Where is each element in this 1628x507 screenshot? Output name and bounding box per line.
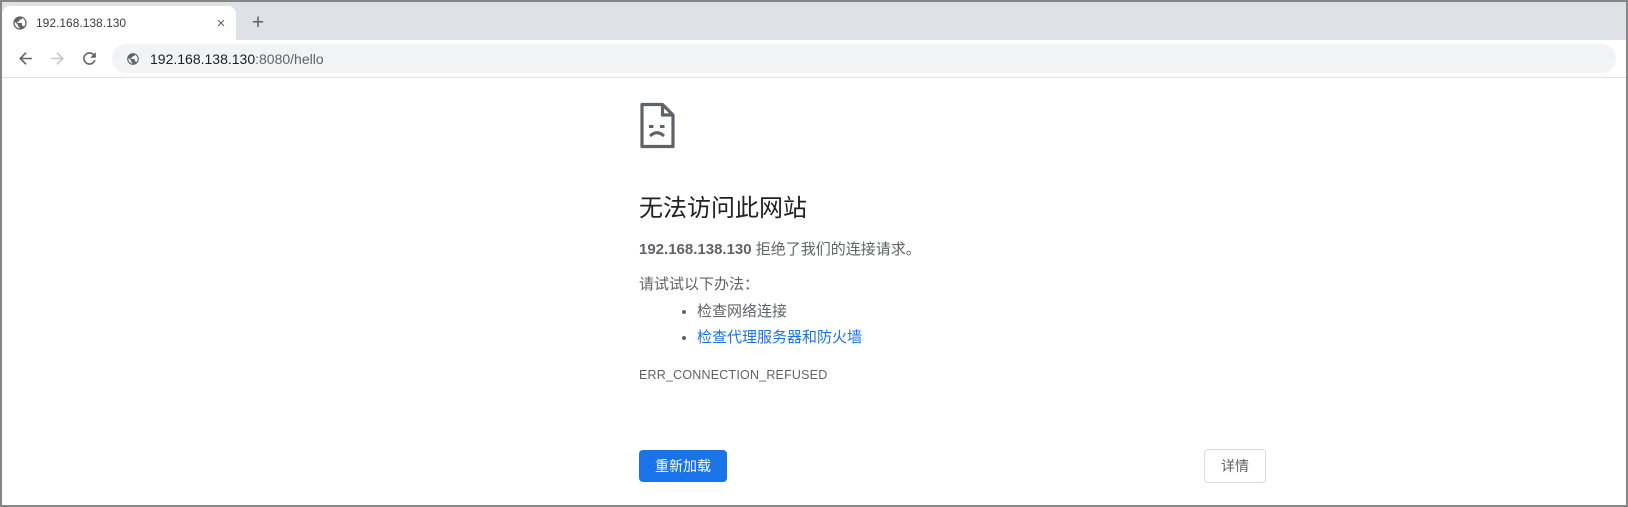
reload-icon <box>80 49 99 68</box>
back-arrow-icon <box>16 49 35 68</box>
url-text: 192.168.138.130:8080/hello <box>150 51 324 67</box>
error-container: 无法访问此网站 192.168.138.130 拒绝了我们的连接请求。 请试试以… <box>639 102 1266 483</box>
page-content: 无法访问此网站 192.168.138.130 拒绝了我们的连接请求。 请试试以… <box>2 77 1626 505</box>
reload-button[interactable] <box>74 44 104 74</box>
new-tab-button[interactable]: + <box>244 8 272 36</box>
back-button[interactable] <box>10 44 40 74</box>
suggestion-item: 检查网络连接 <box>697 299 1266 325</box>
site-info-globe-icon[interactable] <box>126 52 140 66</box>
browser-tab[interactable]: 192.168.138.130 × <box>2 6 236 40</box>
reload-page-button[interactable]: 重新加载 <box>639 450 727 482</box>
tab-strip: 192.168.138.130 × + <box>2 2 1626 40</box>
error-message-host: 192.168.138.130 <box>639 241 752 258</box>
tab-title: 192.168.138.130 <box>36 16 204 30</box>
sad-page-icon <box>639 102 1266 155</box>
browser-window: 192.168.138.130 × + 192.168.138.130:8080… <box>0 0 1628 507</box>
forward-button[interactable] <box>42 44 72 74</box>
suggestion-label: 检查网络连接 <box>697 303 787 320</box>
globe-favicon-icon <box>12 15 28 31</box>
error-actions: 重新加载 详情 <box>639 449 1266 483</box>
error-message-rest: 拒绝了我们的连接请求。 <box>752 241 921 258</box>
forward-arrow-icon <box>48 49 67 68</box>
suggestions-list: 检查网络连接 检查代理服务器和防火墙 <box>639 299 1266 351</box>
url-host: 192.168.138.130 <box>150 51 255 67</box>
address-bar[interactable]: 192.168.138.130:8080/hello <box>112 44 1616 73</box>
proxy-firewall-link[interactable]: 检查代理服务器和防火墙 <box>697 329 862 346</box>
browser-toolbar: 192.168.138.130:8080/hello <box>2 40 1626 77</box>
suggestion-item: 检查代理服务器和防火墙 <box>697 325 1266 351</box>
url-path: :8080/hello <box>255 51 324 67</box>
error-page-title: 无法访问此网站 <box>639 195 1266 223</box>
details-button[interactable]: 详情 <box>1204 449 1266 483</box>
error-code: ERR_CONNECTION_REFUSED <box>639 365 1266 385</box>
tab-close-icon[interactable]: × <box>212 14 230 32</box>
error-message: 192.168.138.130 拒绝了我们的连接请求。 <box>639 240 1266 260</box>
suggestions-title: 请试试以下办法： <box>639 275 1266 295</box>
